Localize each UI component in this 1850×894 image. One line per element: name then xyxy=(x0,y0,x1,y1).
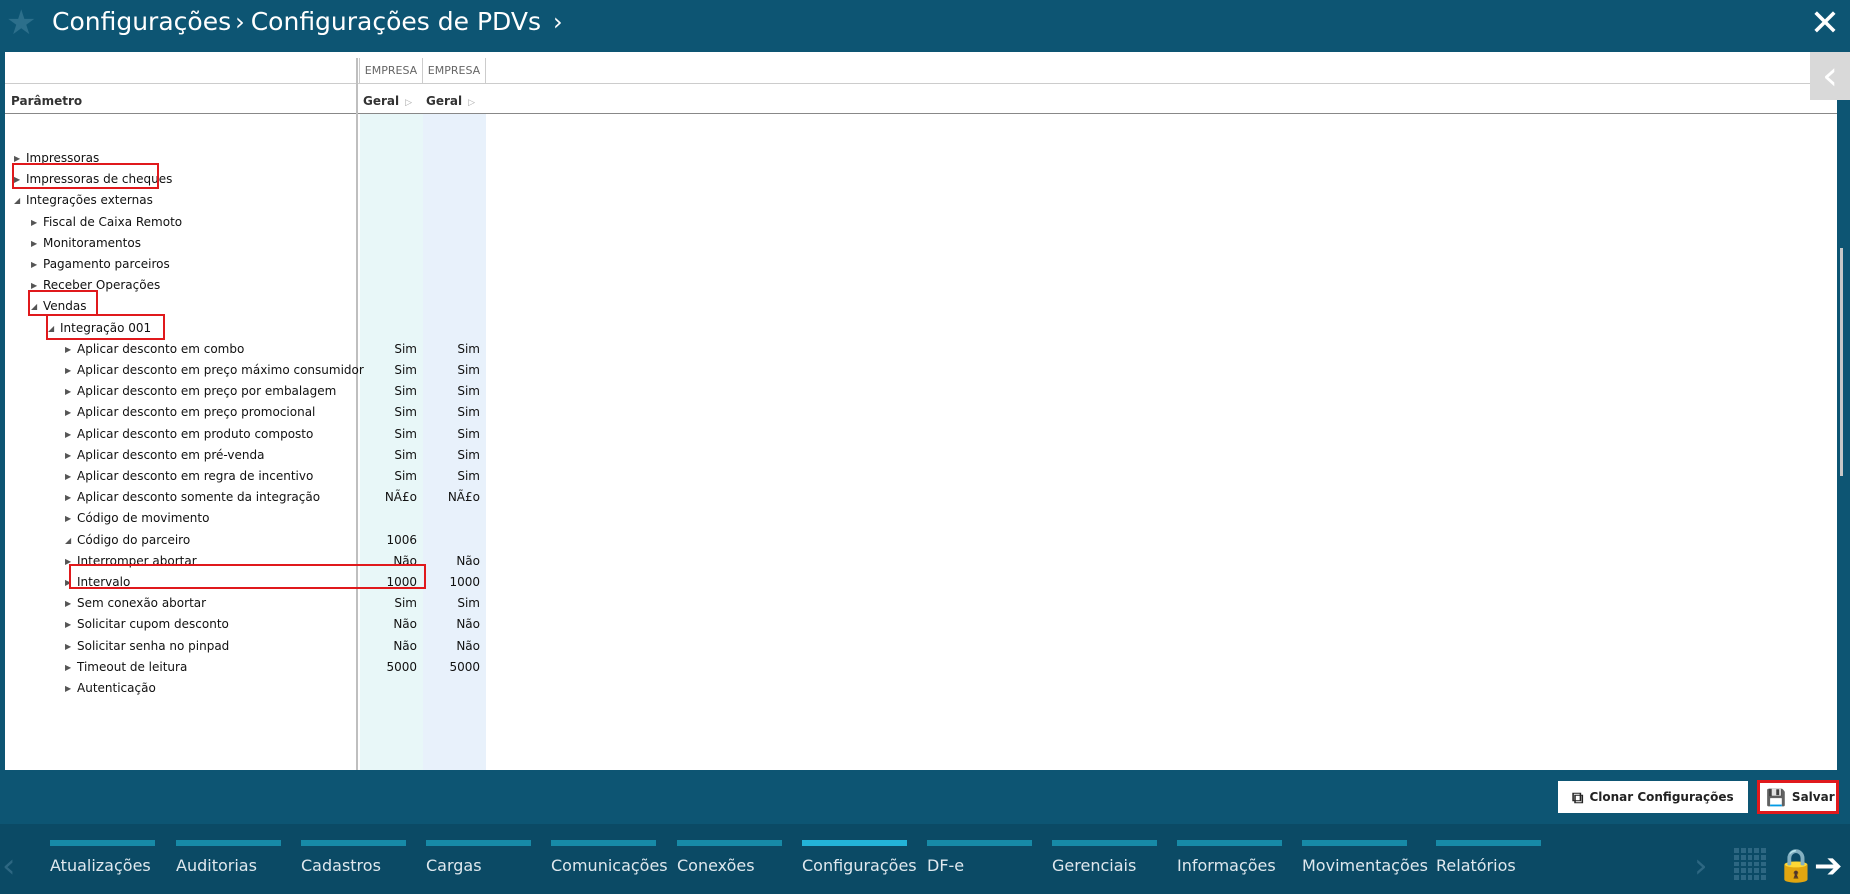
scrollbar-thumb[interactable] xyxy=(1840,248,1843,476)
chevron-left-icon[interactable]: ‹ xyxy=(2,846,16,886)
chevron-right-icon[interactable]: › xyxy=(1694,846,1708,886)
nav-item-label: Comunicações xyxy=(551,856,668,875)
collapse-panel-icon[interactable]: ‹ xyxy=(1810,52,1850,100)
chevron-right-icon: › xyxy=(552,8,563,36)
nav-item-bar xyxy=(802,840,907,846)
column-subheader[interactable]: Geral ▷ xyxy=(363,90,412,112)
save-button[interactable]: 💾 Salvar xyxy=(1757,780,1839,814)
floppy-disk-icon: 💾 xyxy=(1766,787,1786,807)
nav-item-bar xyxy=(677,840,782,846)
breadcrumb-item-configuracoes[interactable]: Configurações xyxy=(52,7,231,36)
breadcrumb-item-configuracoes-pdvs[interactable]: Configurações de PDVs xyxy=(251,7,541,36)
nav-item-label: Gerenciais xyxy=(1052,856,1137,875)
divider xyxy=(5,113,1837,114)
nav-item-bar xyxy=(176,840,281,846)
param-column-header[interactable]: Parâmetro xyxy=(11,90,82,112)
nav-item-label: Relatórios xyxy=(1436,856,1516,875)
highlight-vendas xyxy=(28,290,98,316)
nav-item-label: Movimentações xyxy=(1302,856,1428,875)
copy-icon: ⧉ xyxy=(1572,787,1584,807)
apps-grid-icon[interactable] xyxy=(1734,848,1766,880)
chevron-right-icon: › xyxy=(235,8,245,36)
nav-item-bar xyxy=(1436,840,1541,846)
breadcrumb: Configurações › Configurações de PDVs › xyxy=(52,6,569,38)
expand-triangle-icon[interactable]: ▶ xyxy=(65,676,71,701)
tree-row[interactable]: ▶ Autenticação xyxy=(5,676,487,701)
nav-item-label: Atualizações xyxy=(50,856,151,875)
highlight-codigo-parceiro xyxy=(69,564,426,589)
nav-item-label: Conexões xyxy=(677,856,755,875)
action-bar: ⧉ Clonar Configurações 💾 Salvar xyxy=(0,770,1850,824)
sort-arrow-icon[interactable]: ▷ xyxy=(405,98,412,108)
nav-item-label: Cadastros xyxy=(301,856,381,875)
nav-item-bar xyxy=(426,840,531,846)
clone-config-button[interactable]: ⧉ Clonar Configurações xyxy=(1558,781,1748,813)
config-grid-panel: EMPRESA EMPRESA Parâmetro Geral ▷ Geral ▷ … xyxy=(5,52,1837,770)
nav-item-bar xyxy=(551,840,656,846)
nav-item-bar xyxy=(301,840,406,846)
nav-item-bar xyxy=(50,840,155,846)
tree-row-label: Autenticação xyxy=(77,681,156,695)
column-group-header: EMPRESA xyxy=(359,58,423,84)
nav-item-label: Configurações xyxy=(802,856,917,875)
close-icon[interactable]: ✕ xyxy=(1810,4,1840,44)
nav-item-bar xyxy=(1177,840,1282,846)
highlight-integracao-001 xyxy=(46,314,165,340)
logout-arrow-icon[interactable]: ➔ xyxy=(1814,846,1843,886)
vertical-scrollbar[interactable] xyxy=(1838,100,1846,770)
sort-arrow-icon[interactable]: ▷ xyxy=(468,98,475,108)
column-subheader[interactable]: Geral ▷ xyxy=(426,90,475,112)
highlight-integracoes-externas xyxy=(12,163,159,189)
nav-item-bar xyxy=(1052,840,1157,846)
lock-icon[interactable]: 🔒 xyxy=(1776,846,1816,884)
divider xyxy=(5,83,1837,84)
module-nav: ‹ Atualizações Auditorias Cadastros Cargas C… xyxy=(0,824,1850,894)
nav-item-label: DF-e xyxy=(927,856,965,875)
nav-item-label: Cargas xyxy=(426,856,482,875)
nav-item-bar xyxy=(927,840,1032,846)
nav-item-label: Auditorias xyxy=(176,856,257,875)
star-icon[interactable]: ★ xyxy=(6,6,40,40)
nav-item-bar xyxy=(1302,840,1407,846)
column-group-header: EMPRESA xyxy=(422,58,486,84)
title-bar: ★ Configurações › Configurações de PDVs › ✕ xyxy=(0,0,1850,52)
nav-item-label: Informações xyxy=(1177,856,1276,875)
